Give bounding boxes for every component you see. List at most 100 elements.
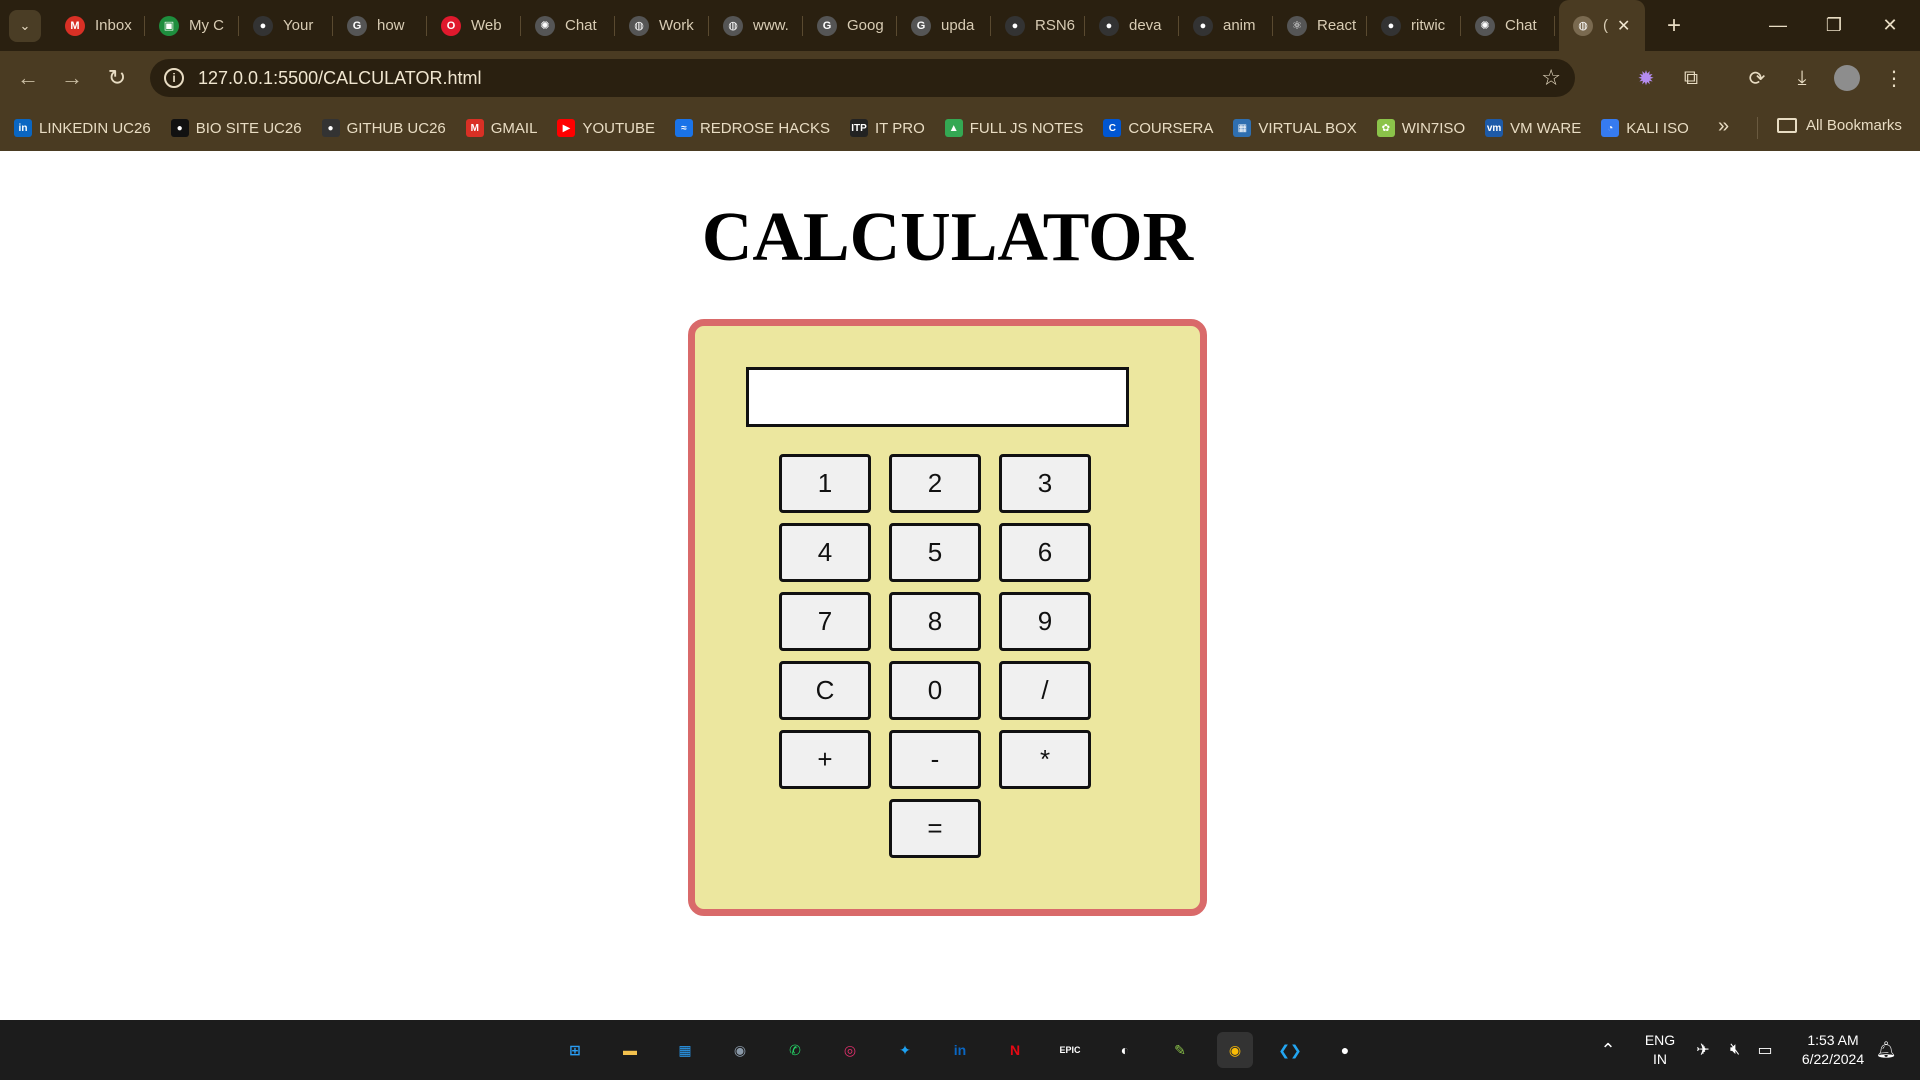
site-info-icon[interactable]: i xyxy=(164,68,184,88)
bookmark-item[interactable]: ● GITHUB UC26 xyxy=(321,119,446,137)
key-4[interactable]: 4 xyxy=(779,523,871,582)
browser-tab[interactable]: G Goog xyxy=(803,0,897,51)
key-8[interactable]: 8 xyxy=(889,592,981,651)
key-5[interactable]: 5 xyxy=(889,523,981,582)
forward-arrow-icon[interactable]: → xyxy=(54,60,90,96)
netflix-icon[interactable]: N xyxy=(997,1032,1033,1068)
browser-tab[interactable]: ● anim xyxy=(1179,0,1273,51)
chevron-up-icon[interactable]: ⌃ xyxy=(1592,1020,1624,1080)
extension-brain-icon[interactable]: ✹ xyxy=(1631,63,1661,93)
key-multiply[interactable]: * xyxy=(999,730,1091,789)
bookmark-label: FULL JS NOTES xyxy=(969,119,1084,137)
camera-icon[interactable]: ◉ xyxy=(722,1032,758,1068)
twitter-icon[interactable]: ✦ xyxy=(887,1032,923,1068)
microsoft-store-icon[interactable]: ▦ xyxy=(667,1032,703,1068)
bookmark-item[interactable]: M GMAIL xyxy=(465,119,537,137)
language-indicator[interactable]: ENG IN xyxy=(1640,1020,1680,1080)
key-add[interactable]: + xyxy=(779,730,871,789)
tab-active[interactable]: ◍ ( ✕ xyxy=(1559,0,1645,51)
bookmark-item[interactable]: ▲ FULL JS NOTES xyxy=(944,119,1084,137)
instagram-icon[interactable]: ◎ xyxy=(832,1032,868,1068)
whatsapp-icon[interactable]: ✆ xyxy=(777,1032,813,1068)
browser-tab[interactable]: ✺ Chat xyxy=(521,0,615,51)
profile-avatar[interactable] xyxy=(1832,63,1862,93)
browser-tab[interactable]: Ghow xyxy=(333,0,427,51)
windows-start-icon[interactable]: ⊞ xyxy=(557,1032,593,1068)
bookmark-item[interactable]: ▶ YOUTUBE xyxy=(557,119,655,137)
browser-tab[interactable]: ● deva xyxy=(1085,0,1179,51)
tab-label: React xyxy=(1317,17,1357,34)
browser-tab[interactable]: ◍ Work xyxy=(615,0,709,51)
key-equals[interactable]: = xyxy=(889,799,981,858)
browser-tab[interactable]: O Web xyxy=(427,0,521,51)
biosite-icon: ● xyxy=(170,119,189,137)
extensions-puzzle-icon[interactable]: ⧉ xyxy=(1676,63,1706,93)
chrome-icon[interactable]: ◉ xyxy=(1217,1032,1253,1068)
close-icon[interactable]: ✕ xyxy=(1617,16,1630,36)
tab-label: Chat xyxy=(565,17,597,34)
bookmark-item[interactable]: ● BIO SITE UC26 xyxy=(170,119,302,137)
key-clear[interactable]: C xyxy=(779,661,871,720)
bookmark-item[interactable]: ◔ KALI ISO xyxy=(1601,119,1689,137)
key-9[interactable]: 9 xyxy=(999,592,1091,651)
all-bookmarks-button[interactable]: All Bookmarks xyxy=(1777,117,1902,134)
itpro-icon: ITP xyxy=(850,119,868,137)
key-0[interactable]: 0 xyxy=(889,661,981,720)
tab-search-button[interactable]: ⌄ xyxy=(9,9,41,42)
browser-tab[interactable]: Gupda xyxy=(897,0,991,51)
download-icon[interactable]: ⤓ xyxy=(1787,63,1817,93)
obs-icon[interactable]: ◐ xyxy=(1107,1032,1143,1068)
address-bar[interactable]: i 127.0.0.1:5500/CALCULATOR.html ☆ xyxy=(150,59,1575,97)
key-6[interactable]: 6 xyxy=(999,523,1091,582)
new-tab-button[interactable]: + xyxy=(1667,12,1681,40)
key-subtract[interactable]: - xyxy=(889,730,981,789)
bookmark-label: KALI ISO xyxy=(1626,119,1689,137)
url-text[interactable]: 127.0.0.1:5500/CALCULATOR.html xyxy=(198,68,481,89)
bookmark-star-icon[interactable]: ☆ xyxy=(1541,65,1561,91)
bookmark-item[interactable]: vm VM WARE xyxy=(1485,119,1581,137)
key-divide[interactable]: / xyxy=(999,661,1091,720)
bookmark-item[interactable]: ITP IT PRO xyxy=(850,119,925,137)
win7-icon: ✿ xyxy=(1376,119,1395,137)
key-1[interactable]: 1 xyxy=(779,454,871,513)
google-icon: G xyxy=(911,15,931,36)
browser-tab[interactable]: M Inbox xyxy=(51,0,145,51)
bookmark-item[interactable]: ✿ WIN7ISO xyxy=(1376,119,1465,137)
clock[interactable]: 1:53 AM 6/22/2024 xyxy=(1788,1020,1878,1080)
calculator-display[interactable] xyxy=(746,367,1129,427)
file-explorer-icon[interactable]: ▬ xyxy=(612,1032,648,1068)
browser-tab[interactable]: ● ritwic xyxy=(1367,0,1461,51)
notepad-icon[interactable]: ✎ xyxy=(1162,1032,1198,1068)
reload-icon[interactable]: ↻ xyxy=(99,60,135,96)
browser-tab[interactable]: ✺ Chat xyxy=(1461,0,1555,51)
back-arrow-icon[interactable]: ← xyxy=(10,60,46,96)
key-3[interactable]: 3 xyxy=(999,454,1091,513)
minimize-button[interactable]: — xyxy=(1750,0,1806,51)
linkedin-icon[interactable]: in xyxy=(942,1032,978,1068)
browser-tab[interactable]: ● RSN6 xyxy=(991,0,1085,51)
vscode-icon[interactable]: ❮❯ xyxy=(1272,1032,1308,1068)
github-desktop-icon[interactable]: ● xyxy=(1327,1032,1363,1068)
battery-icon[interactable]: ▭ xyxy=(1752,1020,1778,1080)
key-2[interactable]: 2 xyxy=(889,454,981,513)
browser-tab[interactable]: ◍ www. xyxy=(709,0,803,51)
epic-games-icon[interactable]: EPIC xyxy=(1052,1032,1088,1068)
menu-kebab-icon[interactable]: ⋮ xyxy=(1879,63,1909,93)
window-close-button[interactable]: ✕ xyxy=(1862,0,1918,51)
performance-icon[interactable]: ⟳ xyxy=(1742,63,1772,93)
bookmark-item[interactable]: ≈ REDROSE HACKS xyxy=(674,119,830,137)
browser-tab[interactable]: ⚛ React xyxy=(1273,0,1367,51)
bookmark-item[interactable]: C COURSERA xyxy=(1103,119,1213,137)
bookmark-item[interactable]: in LINKEDIN UC26 xyxy=(14,119,151,137)
bookmark-item[interactable]: ▦ VIRTUAL BOX xyxy=(1233,119,1357,137)
airplane-mode-icon[interactable]: ✈ xyxy=(1690,1020,1716,1080)
google-icon: G xyxy=(347,15,367,36)
restore-button[interactable]: ❐ xyxy=(1806,0,1862,51)
notification-bell-icon[interactable]: 🔔︎ xyxy=(1874,1020,1898,1080)
volume-muted-icon[interactable]: 🔇︎ xyxy=(1722,1020,1748,1080)
key-7[interactable]: 7 xyxy=(779,592,871,651)
browser-tab[interactable]: ● Your xyxy=(239,0,333,51)
double-chevron-icon[interactable]: » xyxy=(1718,115,1729,138)
page-viewport: CALCULATOR 1 2 3 4 5 6 7 8 9 C 0 / + - * = xyxy=(0,151,1920,1020)
browser-tab[interactable]: ▣ My C xyxy=(145,0,239,51)
